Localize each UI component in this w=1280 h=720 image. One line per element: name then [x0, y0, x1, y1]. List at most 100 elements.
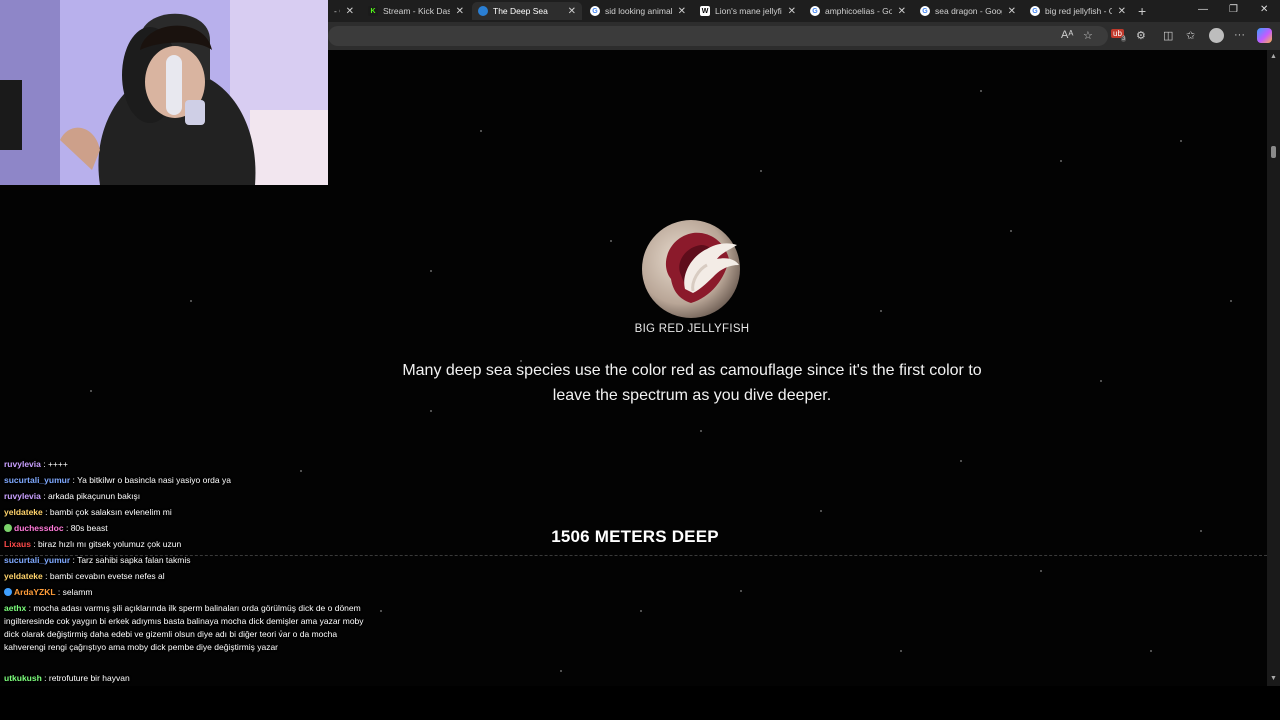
star-particle — [1180, 140, 1182, 142]
star-particle — [380, 610, 382, 612]
close-tab-icon[interactable]: ✕ — [568, 6, 576, 17]
creature-description: Many deep sea species use the color red … — [402, 362, 982, 404]
read-aloud-icon[interactable]: Aᴬ — [1061, 29, 1073, 41]
tab-sid-looking-animal[interactable]: G sid looking animal ✕ — [584, 2, 692, 20]
favorite-star-icon[interactable]: ☆ — [1083, 29, 1093, 42]
split-screen-icon[interactable]: ◫ — [1163, 29, 1173, 42]
close-tab-icon[interactable]: ✕ — [678, 6, 686, 17]
chat-text: Ya bitkilwr o basincla nasi yasiyo orda … — [77, 475, 231, 485]
star-particle — [430, 410, 432, 412]
chat-separator: : — [55, 587, 63, 597]
profile-icon[interactable] — [1209, 28, 1224, 43]
chat-text: 80s beast — [70, 523, 108, 533]
wave-icon — [478, 6, 488, 16]
google-icon: G — [1030, 6, 1040, 16]
big-red-jellyfish-image — [642, 220, 740, 318]
page-scrollbar[interactable]: ▲ ▼ — [1267, 50, 1280, 686]
minimize-button[interactable]: — — [1198, 4, 1208, 15]
chat-message: duchessdoc : 80s beast — [4, 522, 364, 535]
chat-text: arkada pikaçunun bakışı — [47, 491, 141, 501]
creature-name: BIG RED JELLYFISH — [634, 323, 750, 335]
chat-text: selamm — [62, 587, 93, 597]
star-particle — [1150, 650, 1152, 652]
chat-message: Lixaus : biraz hızlı mı gitsek yolumuz ç… — [4, 538, 364, 551]
star-particle — [1230, 300, 1232, 302]
chat-username[interactable]: sucurtali_yumur — [4, 555, 70, 565]
chat-username[interactable]: yeldateke — [4, 507, 43, 517]
chat-username[interactable]: Lixaus — [4, 539, 31, 549]
tab-title: sid looking animal — [605, 6, 672, 16]
star-particle — [1040, 570, 1042, 572]
tab-the-deep-sea[interactable]: The Deep Sea ✕ — [472, 2, 582, 20]
close-tab-icon[interactable]: ✕ — [346, 6, 354, 17]
tab-title: - G — [334, 6, 340, 16]
chat-text: bambi cevabın evetse nefes al — [49, 571, 165, 581]
tab-title: Stream - Kick Dashb — [383, 6, 450, 16]
new-tab-button[interactable]: + — [1138, 3, 1146, 19]
depth-label: 1506 METERS DEEP — [551, 527, 719, 546]
scroll-thumb[interactable] — [1271, 146, 1276, 158]
chat-message: ruvylevia : ++++ — [4, 458, 364, 471]
chat-message: ruvylevia : arkada pikaçunun bakışı — [4, 490, 364, 503]
google-icon: G — [920, 6, 930, 16]
chat-username[interactable]: aethx — [4, 603, 26, 613]
tab-sea-dragon[interactable]: G sea dragon - Googl ✕ — [914, 2, 1022, 20]
close-window-button[interactable]: ✕ — [1260, 4, 1268, 15]
more-icon[interactable]: ··· — [1234, 29, 1245, 41]
tab-lions-mane-jellyfish[interactable]: W Lion's mane jellyfish ✕ — [694, 2, 802, 20]
chat-text: ++++ — [47, 459, 68, 469]
close-tab-icon[interactable]: ✕ — [456, 6, 464, 17]
star-particle — [700, 430, 702, 432]
address-input[interactable] — [328, 26, 1108, 46]
star-particle — [820, 510, 822, 512]
tab-title: sea dragon - Googl — [935, 6, 1002, 16]
tab-kick-dashboard[interactable]: K Stream - Kick Dashb ✕ — [362, 2, 470, 20]
star-particle — [480, 130, 482, 132]
extension-badge: 3 — [1121, 36, 1127, 42]
extensions-puzzle-icon[interactable]: ⚙ — [1136, 29, 1146, 42]
screen: - G ✕ K Stream - Kick Dashb ✕ The Deep S… — [0, 0, 1280, 720]
chat-separator: : — [40, 491, 48, 501]
streamer-webcam — [0, 0, 328, 185]
chat-username[interactable]: ArdaYZKL — [14, 587, 56, 597]
tab-title: The Deep Sea — [493, 6, 548, 16]
close-tab-icon[interactable]: ✕ — [788, 6, 796, 17]
close-tab-icon[interactable]: ✕ — [1008, 6, 1016, 17]
star-particle — [1060, 160, 1062, 162]
chat-username[interactable]: yeldateke — [4, 571, 43, 581]
copilot-icon[interactable] — [1257, 28, 1272, 43]
star-particle — [430, 270, 432, 272]
star-particle — [960, 460, 962, 462]
favorites-icon[interactable]: ✩ — [1186, 29, 1195, 42]
tab-amphicoelias[interactable]: G amphicoelias - Goo ✕ — [804, 2, 912, 20]
tab-title: big red jellyfish - G — [1045, 6, 1112, 16]
chat-separator: : — [42, 507, 50, 517]
star-particle — [1200, 530, 1202, 532]
scroll-up-icon[interactable]: ▲ — [1270, 53, 1277, 60]
tab-title: amphicoelias - Goo — [825, 6, 892, 16]
scroll-down-icon[interactable]: ▼ — [1270, 675, 1277, 682]
star-particle — [610, 240, 612, 242]
chat-username[interactable]: duchessdoc — [14, 523, 64, 533]
chat-text: Tarz sahibi sapka falan takmis — [77, 555, 191, 565]
chat-text: biraz hızlı mı gitsek yolumuz çok uzun — [38, 539, 182, 549]
chat-separator: : — [41, 673, 49, 683]
chat-username[interactable]: sucurtali_yumur — [4, 475, 70, 485]
google-icon: G — [590, 6, 600, 16]
close-tab-icon[interactable]: ✕ — [1118, 6, 1126, 17]
chat-username[interactable]: ruvylevia — [4, 459, 41, 469]
stream-chat: ruvylevia : ++++ sucurtali_yumur : Ya bit… — [0, 446, 370, 720]
star-particle — [1100, 380, 1102, 382]
close-tab-icon[interactable]: ✕ — [898, 6, 906, 17]
chat-message: utkukush : retrofuture bir hayvan — [4, 672, 364, 685]
tab-big-red-jellyfish[interactable]: G big red jellyfish - G ✕ — [1024, 2, 1132, 20]
star-particle — [740, 590, 742, 592]
chat-username[interactable]: utkukush — [4, 673, 42, 683]
star-particle — [90, 390, 92, 392]
tab-google-1[interactable]: - G ✕ — [328, 2, 360, 20]
kick-icon: K — [368, 6, 378, 16]
maximize-button[interactable]: ❐ — [1229, 4, 1238, 15]
google-icon: G — [810, 6, 820, 16]
chat-message: yeldateke : bambi cevabın evetse nefes a… — [4, 570, 364, 583]
chat-username[interactable]: ruvylevia — [4, 491, 41, 501]
